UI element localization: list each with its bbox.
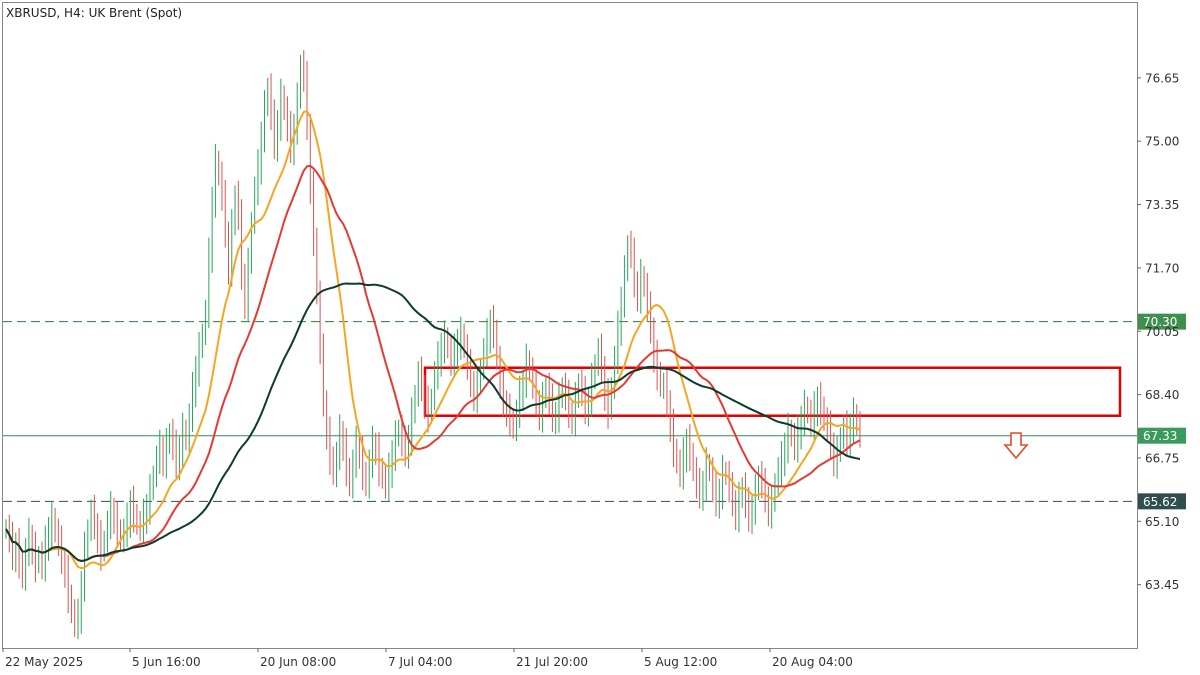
price-tag-label: 65.62 bbox=[1143, 495, 1177, 509]
y-tick-label: 66.75 bbox=[1145, 451, 1179, 465]
x-tick-label: 5 Jun 16:00 bbox=[132, 655, 201, 669]
price-tag-label: 67.33 bbox=[1143, 429, 1177, 443]
x-tick-label: 21 Jul 20:00 bbox=[516, 655, 588, 669]
y-tick-label: 63.45 bbox=[1145, 578, 1179, 592]
x-tick-label: 20 Aug 04:00 bbox=[772, 655, 853, 669]
y-tick-label: 73.35 bbox=[1145, 198, 1179, 212]
chart-background bbox=[0, 0, 1200, 675]
x-tick-label: 7 Jul 04:00 bbox=[388, 655, 452, 669]
y-tick-label: 65.10 bbox=[1145, 515, 1179, 529]
x-tick-label: 20 Jun 08:00 bbox=[260, 655, 336, 669]
price-chart[interactable]: 70.3065.6267.33 76.6575.0073.3571.7070.0… bbox=[0, 0, 1200, 675]
x-tick-label: 22 May 2025 bbox=[5, 655, 83, 669]
chart-title: XBRUSD, H4: UK Brent (Spot) bbox=[6, 6, 182, 20]
x-tick-label: 5 Aug 12:00 bbox=[644, 655, 717, 669]
y-tick-label: 75.00 bbox=[1145, 135, 1179, 149]
y-tick-label: 71.70 bbox=[1145, 261, 1179, 275]
y-tick-label: 76.65 bbox=[1145, 71, 1179, 85]
y-tick-label: 68.40 bbox=[1145, 388, 1179, 402]
y-tick-label: 70.05 bbox=[1145, 325, 1179, 339]
